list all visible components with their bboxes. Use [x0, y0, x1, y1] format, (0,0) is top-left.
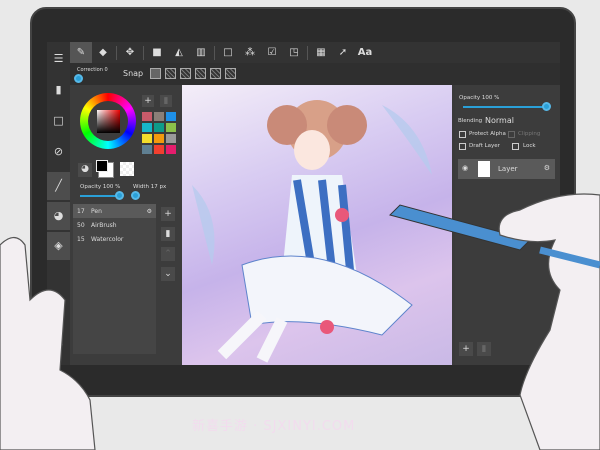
hands-illustration — [0, 193, 600, 450]
watermark: 新喜手游 · SJXINYI.COM — [192, 419, 356, 434]
